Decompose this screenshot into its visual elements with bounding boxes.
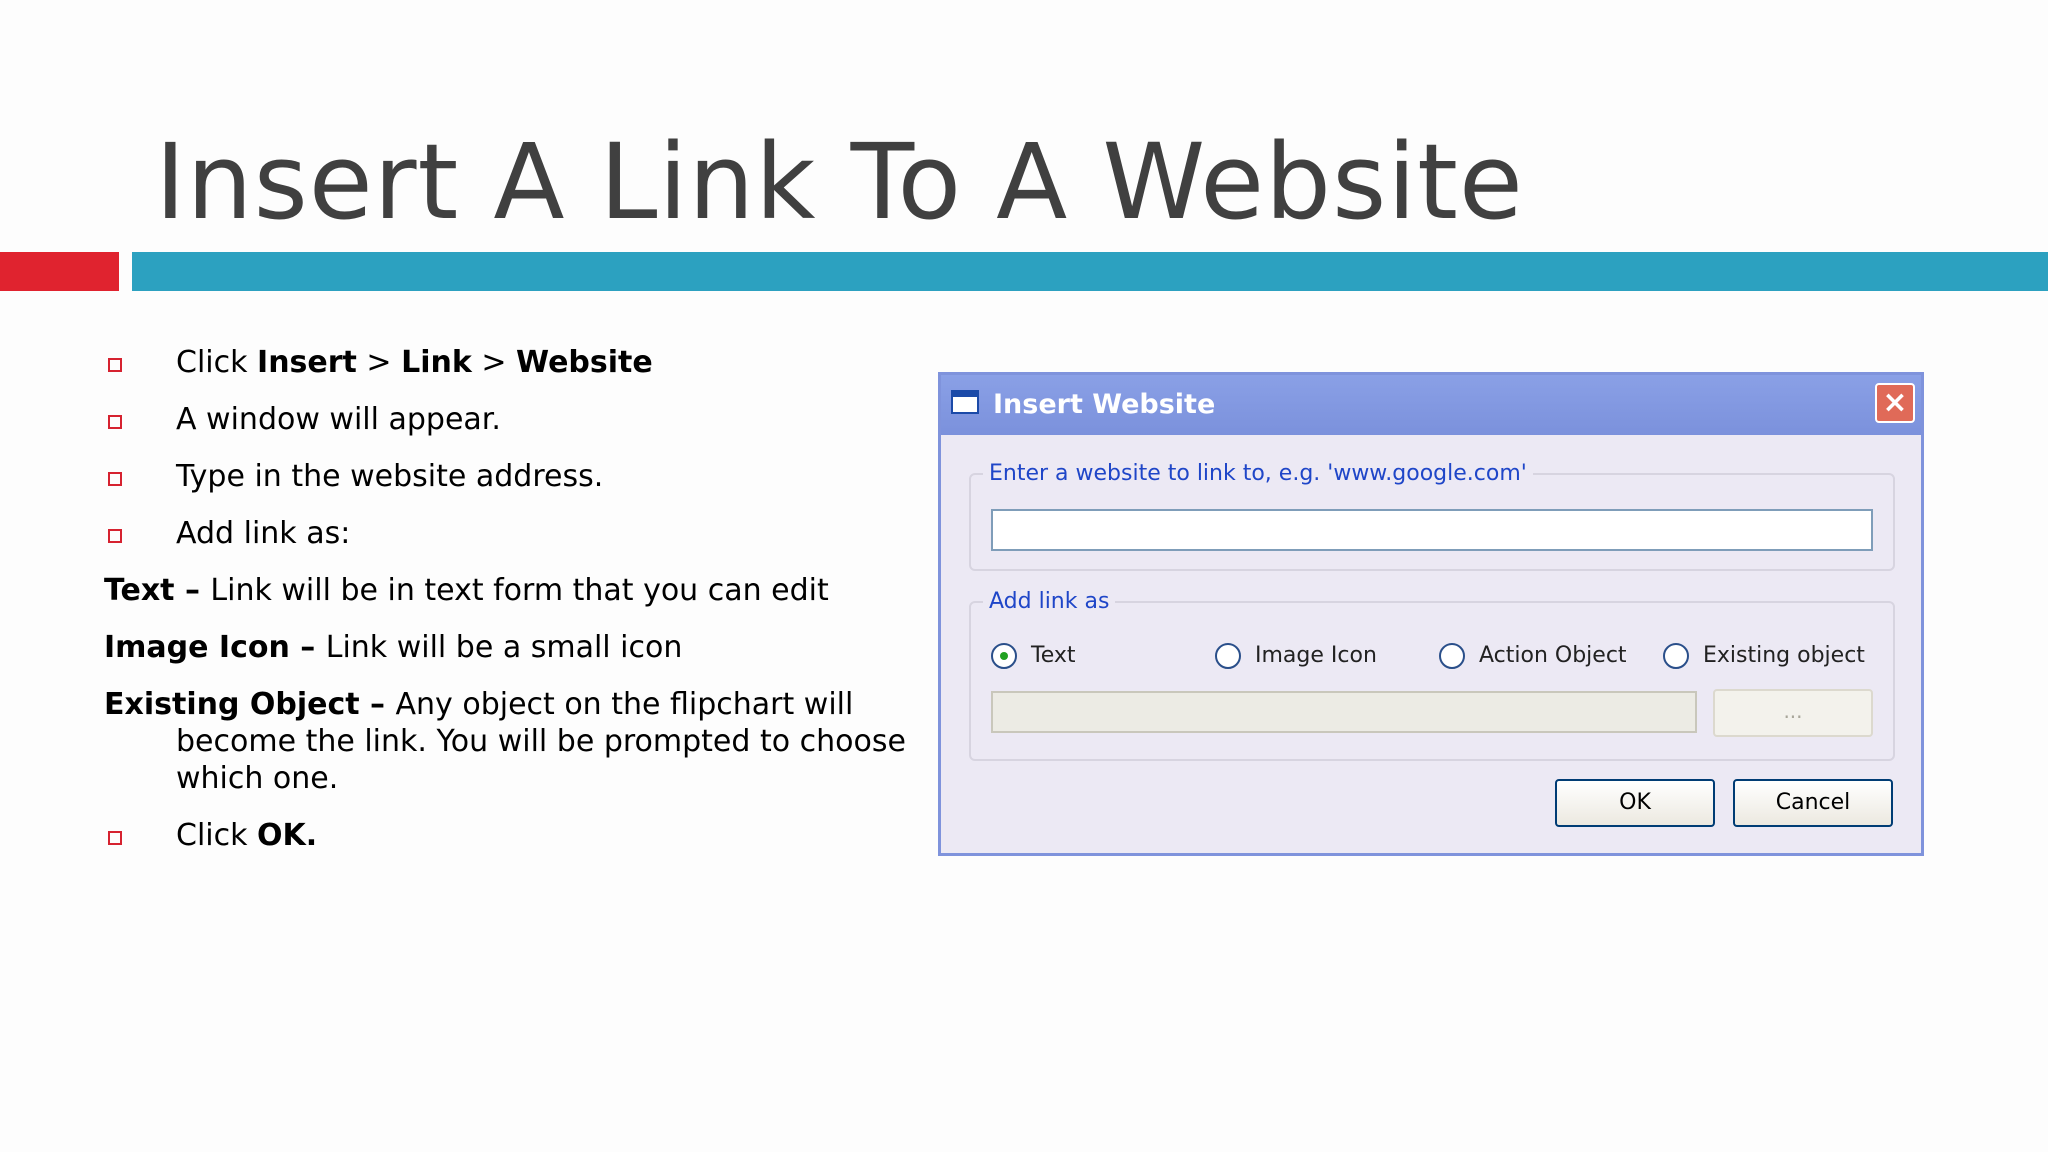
radio-selected-icon	[991, 643, 1017, 669]
bullet-square-icon	[108, 415, 122, 429]
object-path-field	[991, 691, 1697, 733]
add-link-group-label: Add link as	[983, 587, 1116, 617]
bullet-square-icon	[108, 472, 122, 486]
dialog-titlebar[interactable]: Insert Website ×	[941, 375, 1921, 435]
slide-title: Insert A Link To A Website	[155, 121, 1524, 243]
ok-button[interactable]: OK	[1555, 779, 1715, 827]
close-icon: ×	[1882, 385, 1908, 420]
browse-button: ...	[1713, 689, 1873, 737]
website-url-input[interactable]	[991, 509, 1873, 551]
radio-action-object[interactable]: Action Object	[1439, 641, 1627, 671]
url-group-label: Enter a website to link to, e.g. 'www.go…	[983, 459, 1533, 489]
radio-unselected-icon	[1439, 643, 1465, 669]
insert-website-dialog: Insert Website × Enter a website to link…	[938, 372, 1924, 856]
add-link-group: Add link as	[969, 587, 1895, 761]
dialog-title: Insert Website	[993, 389, 1216, 420]
window-icon	[951, 390, 979, 414]
close-button[interactable]: ×	[1875, 383, 1915, 423]
radio-existing-object[interactable]: Existing object	[1663, 641, 1865, 671]
bullet-square-icon	[108, 529, 122, 543]
accent-bar-red	[0, 252, 119, 291]
radio-unselected-icon	[1663, 643, 1689, 669]
radio-text[interactable]: Text	[991, 641, 1076, 671]
radio-unselected-icon	[1215, 643, 1241, 669]
accent-bar-blue	[132, 252, 2048, 291]
radio-image-icon[interactable]: Image Icon	[1215, 641, 1377, 671]
bullet-square-icon	[108, 358, 122, 372]
cancel-button[interactable]: Cancel	[1733, 779, 1893, 827]
bullet-square-icon	[108, 831, 122, 845]
